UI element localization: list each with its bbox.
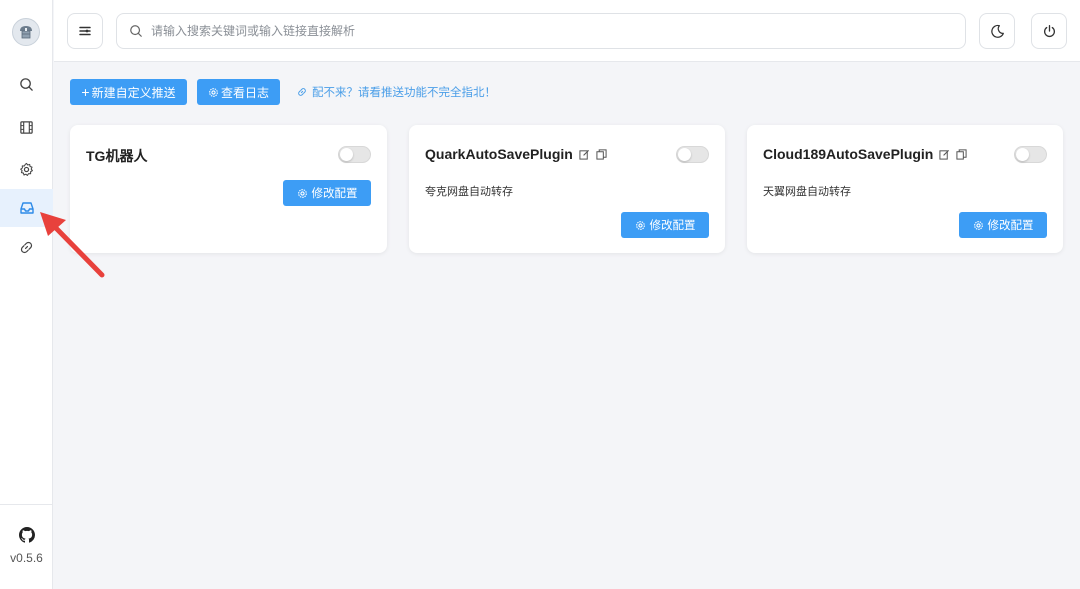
card-title: Cloud189AutoSavePlugin — [763, 146, 967, 162]
enable-toggle[interactable] — [676, 146, 709, 163]
gear-icon — [635, 220, 645, 230]
view-logs-button[interactable]: 查看日志 — [197, 79, 280, 105]
card-title-text: Cloud189AutoSavePlugin — [763, 146, 934, 162]
new-custom-push-label: 新建自定义推送 — [91, 85, 176, 100]
push-card-quark: QuarkAutoSavePlugin 夸克网盘自动转存 修改配置 — [409, 125, 725, 253]
new-custom-push-button[interactable]: + 新建自定义推送 — [70, 79, 187, 105]
version-label: v0.5.6 — [10, 551, 43, 565]
view-logs-label: 查看日志 — [220, 85, 269, 100]
enable-toggle[interactable] — [1014, 146, 1047, 163]
push-help-link[interactable]: 配不来？请看推送功能不完全指北！ — [297, 84, 496, 100]
card-title: QuarkAutoSavePlugin — [425, 146, 607, 162]
copy-icon[interactable] — [956, 148, 967, 160]
sidebar: v0.5.6 — [0, 0, 53, 589]
gear-icon — [297, 188, 307, 198]
card-description: 夸克网盘自动转存 — [425, 186, 513, 198]
edit-config-label: 修改配置 — [311, 188, 358, 200]
push-card-tg-bot: TG机器人 修改配置 — [70, 125, 387, 253]
card-title-text: QuarkAutoSavePlugin — [425, 146, 573, 162]
top-header — [54, 0, 1080, 62]
server-cloud-logo-icon[interactable] — [12, 18, 40, 46]
sidebar-footer: v0.5.6 — [0, 504, 53, 589]
search-box[interactable] — [116, 13, 966, 49]
card-title-text: TG机器人 — [86, 148, 148, 164]
search-icon — [20, 77, 33, 91]
github-icon[interactable] — [18, 527, 35, 548]
search-icon — [130, 25, 142, 37]
menu-icon — [79, 26, 91, 36]
moon-icon — [990, 24, 1004, 38]
plus-icon: + — [81, 84, 90, 100]
sidebar-item-settings[interactable] — [0, 150, 53, 188]
power-icon — [1043, 24, 1055, 37]
search-input[interactable] — [151, 24, 931, 38]
gear-icon — [973, 220, 983, 230]
edit-icon[interactable] — [579, 149, 590, 160]
edit-config-button[interactable]: 修改配置 — [959, 212, 1047, 238]
copy-icon[interactable] — [596, 148, 607, 160]
gear-icon — [20, 162, 33, 176]
sidebar-item-media[interactable] — [0, 108, 53, 146]
card-description: 天翼网盘自动转存 — [763, 186, 851, 198]
push-help-link-label: 配不来？请看推送功能不完全指北！ — [312, 87, 496, 99]
enable-toggle[interactable] — [338, 146, 371, 163]
theme-toggle-button[interactable] — [979, 13, 1015, 49]
edit-config-label: 修改配置 — [987, 220, 1034, 232]
link-icon — [298, 88, 306, 96]
card-title: TG机器人 — [86, 146, 147, 166]
edit-config-label: 修改配置 — [649, 220, 696, 232]
menu-toggle-button[interactable] — [67, 13, 103, 49]
gear-icon — [209, 87, 218, 97]
push-card-cloud189: Cloud189AutoSavePlugin 天翼网盘自动转存 修改配置 — [747, 125, 1063, 253]
power-button[interactable] — [1031, 13, 1067, 49]
edit-icon[interactable] — [939, 149, 950, 160]
edit-config-button[interactable]: 修改配置 — [621, 212, 709, 238]
film-icon — [20, 120, 33, 134]
annotation-arrow-icon — [40, 212, 105, 278]
sidebar-item-search[interactable] — [0, 65, 53, 103]
edit-config-button[interactable]: 修改配置 — [283, 180, 371, 206]
